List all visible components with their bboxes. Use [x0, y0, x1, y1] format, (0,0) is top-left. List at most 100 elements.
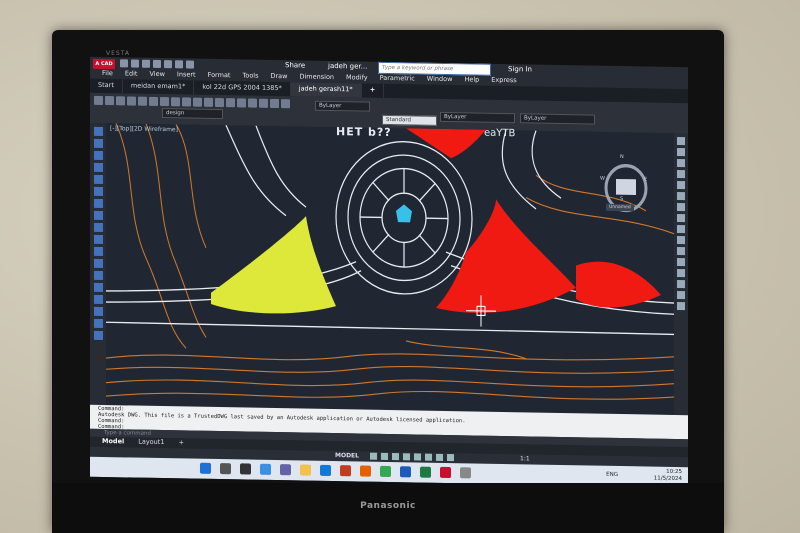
annotation-scale[interactable]: 1:1 [520, 455, 530, 462]
dimension-icon[interactable] [248, 98, 257, 108]
mirror-tool-icon[interactable] [677, 159, 685, 168]
mtext-icon[interactable] [93, 318, 103, 328]
line-icon[interactable] [94, 95, 103, 106]
text-icon[interactable] [237, 98, 246, 108]
rotate-icon[interactable] [171, 97, 180, 107]
tab-start[interactable]: Start [90, 78, 123, 94]
menu-format[interactable]: Format [208, 71, 231, 81]
extend-tool-icon[interactable] [677, 247, 685, 256]
copy-icon[interactable] [160, 97, 169, 107]
chamfer-icon[interactable] [677, 280, 685, 289]
ortho-icon[interactable] [392, 453, 399, 461]
rotate-tool-icon[interactable] [677, 203, 685, 212]
trim-tool-icon[interactable] [677, 236, 685, 245]
explode-icon[interactable] [677, 302, 685, 311]
tab-model[interactable]: Model [102, 437, 124, 447]
start-icon[interactable] [200, 462, 211, 474]
move-tool-icon[interactable] [677, 192, 685, 201]
open-icon[interactable] [131, 59, 139, 68]
join-icon[interactable] [677, 269, 685, 278]
point-icon[interactable] [93, 258, 103, 268]
system-clock[interactable]: 10:25 11/5/2024 [654, 469, 682, 483]
construction-line-icon[interactable] [93, 138, 103, 148]
language-indicator[interactable]: ENG [606, 472, 618, 478]
hatch-icon[interactable] [226, 98, 235, 108]
table-icon[interactable] [93, 306, 103, 316]
break-icon[interactable] [677, 258, 685, 267]
copy-tool-icon[interactable] [677, 148, 685, 157]
line-tool-icon[interactable] [93, 126, 103, 136]
menu-parametric[interactable]: Parametric [380, 74, 415, 85]
layer-state-dropdown[interactable]: design [162, 108, 223, 120]
menu-insert[interactable]: Insert [177, 70, 196, 80]
tab-jadeh-gerash[interactable]: jadeh gerash11* [290, 82, 362, 98]
otrack-icon[interactable] [425, 453, 432, 461]
offset-icon[interactable] [677, 170, 685, 179]
rectangle-icon[interactable] [138, 96, 147, 106]
grid-icon[interactable] [370, 452, 377, 460]
chrome-icon[interactable] [380, 465, 391, 478]
text-style-dropdown[interactable]: Standard [382, 114, 437, 126]
properties-icon[interactable] [270, 98, 279, 109]
lineweight-dropdown[interactable]: ByLayer [520, 113, 595, 125]
model-space-toggle[interactable]: MODEL [335, 452, 359, 459]
fillet-icon[interactable] [215, 97, 224, 108]
polyline-icon[interactable] [105, 96, 114, 106]
menu-view[interactable]: View [149, 70, 164, 80]
arc-icon[interactable] [127, 96, 136, 106]
circle-tool-icon[interactable] [93, 198, 103, 208]
mirror-icon[interactable] [182, 97, 191, 107]
app-logo[interactable]: A CAD [93, 58, 115, 70]
match-icon[interactable] [281, 99, 290, 109]
menu-edit[interactable]: Edit [125, 69, 138, 79]
move-icon[interactable] [149, 96, 158, 106]
stretch-icon[interactable] [677, 225, 685, 234]
menu-tools[interactable]: Tools [242, 71, 258, 81]
cloud-icon[interactable] [93, 210, 103, 220]
spline-icon[interactable] [93, 222, 103, 232]
menu-window[interactable]: Window [427, 75, 453, 85]
menu-file[interactable]: File [102, 69, 113, 79]
chat-icon[interactable] [280, 464, 291, 476]
redo-icon[interactable] [186, 60, 194, 69]
polygon-icon[interactable] [93, 162, 103, 172]
new-tab-button[interactable]: + [361, 83, 385, 98]
block-icon[interactable] [93, 246, 103, 256]
scale-icon[interactable] [677, 214, 685, 223]
add-icon[interactable] [93, 330, 103, 340]
sign-in-button[interactable]: Sign In [508, 65, 532, 73]
app-icon[interactable] [460, 467, 471, 479]
save-icon[interactable] [142, 59, 150, 68]
extend-icon[interactable] [204, 97, 213, 107]
menu-help[interactable]: Help [464, 75, 479, 85]
snap-icon[interactable] [381, 452, 388, 460]
arc-tool-icon[interactable] [93, 186, 103, 196]
linetype-dropdown[interactable]: ByLayer [440, 111, 515, 124]
new-icon[interactable] [120, 59, 128, 68]
trim-icon[interactable] [193, 97, 202, 107]
save-as-icon[interactable] [153, 59, 161, 69]
region-icon[interactable] [93, 294, 103, 304]
menu-draw[interactable]: Draw [271, 72, 288, 82]
ellipse-icon[interactable] [93, 234, 103, 244]
lineweight-icon[interactable] [436, 453, 443, 461]
hatch-tool-icon[interactable] [93, 270, 103, 280]
layer-icon[interactable] [259, 98, 268, 108]
plot-icon[interactable] [164, 60, 172, 69]
drawing-canvas[interactable]: HET b?? eaYTB TOP N S E W Unnamed [106, 123, 674, 415]
file-explorer-icon[interactable] [300, 464, 311, 476]
widgets-icon[interactable] [260, 463, 271, 475]
gradient-icon[interactable] [93, 282, 103, 292]
wcs-dropdown[interactable]: Unnamed [606, 203, 634, 212]
excel-icon[interactable] [420, 466, 431, 478]
tab-meidan-emam[interactable]: meidan emam1* [122, 79, 195, 95]
add-layout-button[interactable]: + [178, 438, 183, 448]
tab-layout1[interactable]: Layout1 [138, 438, 164, 448]
task-view-icon[interactable] [240, 463, 251, 475]
menu-express[interactable]: Express [491, 76, 516, 86]
polar-icon[interactable] [403, 453, 410, 461]
layer-dropdown[interactable]: ByLayer [315, 100, 370, 112]
word-icon[interactable] [400, 466, 411, 478]
array-icon[interactable] [677, 181, 685, 190]
annotation-icon[interactable] [447, 454, 454, 462]
